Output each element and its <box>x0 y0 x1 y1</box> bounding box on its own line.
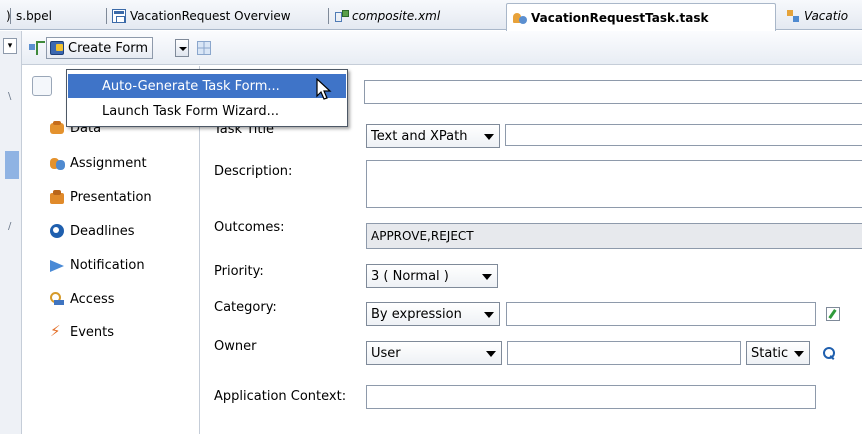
tab-label: s.bpel <box>16 9 53 23</box>
create-form-dropdown[interactable] <box>175 37 189 59</box>
owner-label: Owner <box>214 339 257 354</box>
task-title-mode-select[interactable]: Text and XPath <box>366 124 500 148</box>
sidebar-item-assignment[interactable]: Assignment <box>50 153 147 173</box>
tab-label: VacationRequestTask.task <box>531 10 709 25</box>
bpel-icon <box>786 9 800 23</box>
task-name-field[interactable] <box>364 80 862 104</box>
tab-bpel[interactable]: s.bpel <box>10 4 106 28</box>
application-context-label: Application Context: <box>214 389 347 404</box>
outcomes-field[interactable]: APPROVE,REJECT <box>366 223 862 249</box>
menu-item-label: Launch Task Form Wizard... <box>102 103 280 119</box>
gutter-mark: \ <box>8 91 12 102</box>
sidebar-item-label: Assignment <box>70 155 147 171</box>
outcomes-label: Outcomes: <box>214 220 285 235</box>
create-form-label: Create Form <box>68 40 149 56</box>
create-form-menu: Auto-Generate Task Form... Launch Task F… <box>66 69 348 127</box>
description-label: Description: <box>214 164 293 179</box>
priority-label: Priority: <box>214 264 264 279</box>
edit-expression-icon[interactable] <box>826 307 840 321</box>
sidebar-item-presentation[interactable]: Presentation <box>50 187 152 207</box>
sidebar-item-label: Deadlines <box>70 223 135 239</box>
tab-vacationrequesttask[interactable]: VacationRequestTask.task <box>506 3 776 31</box>
grid-button[interactable] <box>194 37 214 59</box>
gutter-dropdown[interactable]: ▾ <box>3 38 17 54</box>
chevron-down-icon <box>484 312 494 318</box>
editor-tab-strip: ) s.bpel VacationRequest Overview compos… <box>0 0 862 31</box>
chevron-down-icon <box>484 134 494 140</box>
access-icon <box>50 292 64 306</box>
chevron-down-icon <box>175 39 189 57</box>
create-form-button[interactable]: Create Form <box>46 37 154 59</box>
tab-composite-xml[interactable]: composite.xml <box>328 4 506 28</box>
deadlines-icon <box>50 224 64 238</box>
search-icon[interactable] <box>822 346 836 360</box>
category-mode-select[interactable]: By expression <box>366 302 500 326</box>
composite-icon <box>334 9 349 23</box>
category-label: Category: <box>214 300 277 315</box>
gutter-mark: / <box>8 221 12 232</box>
notification-icon <box>50 258 64 272</box>
sidebar-item-notification[interactable]: Notification <box>50 255 145 275</box>
tab-label: Vacatio <box>804 9 849 23</box>
sidebar-item-deadlines[interactable]: Deadlines <box>50 221 134 241</box>
events-icon <box>50 322 64 340</box>
owner-input[interactable] <box>507 341 741 365</box>
outcomes-value: APPROVE,REJECT <box>371 229 474 243</box>
task-title-mode-value: Text and XPath <box>371 128 468 144</box>
menu-item-label: Auto-Generate Task Form... <box>102 78 280 94</box>
tab-separator <box>328 8 329 24</box>
description-textarea[interactable] <box>366 160 862 208</box>
tab-label: composite.xml <box>352 9 441 23</box>
category-mode-value: By expression <box>371 306 462 322</box>
owner-binding-select[interactable]: Static <box>746 341 810 365</box>
sidebar-item-events[interactable]: Events <box>50 322 114 342</box>
task-icon <box>513 11 527 25</box>
chevron-down-icon <box>482 274 492 280</box>
tab-vacation-bpel[interactable]: Vacatio <box>780 4 862 28</box>
sidebar-item-label: Presentation <box>70 189 152 205</box>
category-input[interactable] <box>506 302 816 326</box>
task-title-input[interactable] <box>505 124 862 146</box>
sidebar-item-label: Access <box>70 291 115 307</box>
overview-icon <box>112 9 126 23</box>
priority-value: 3 ( Normal ) <box>371 268 449 284</box>
priority-select[interactable]: 3 ( Normal ) <box>366 264 498 288</box>
sidebar-item-label: Notification <box>70 257 145 273</box>
data-icon <box>50 121 64 135</box>
left-gutter: ▾ \ / <box>0 31 22 434</box>
merge-button[interactable] <box>26 37 46 59</box>
sidebar-item-label: Events <box>70 324 115 340</box>
merge-icon <box>29 41 45 55</box>
tab-vacationrequest-overview[interactable]: VacationRequest Overview <box>106 4 328 28</box>
menu-item-launch-task-form-wizard[interactable]: Launch Task Form Wizard... <box>68 99 346 123</box>
menu-item-auto-generate-task-form[interactable]: Auto-Generate Task Form... <box>68 74 346 98</box>
application-context-input[interactable] <box>366 385 816 409</box>
form-icon <box>50 41 64 55</box>
task-header-icon[interactable] <box>32 76 52 96</box>
tab-separator <box>10 8 11 24</box>
chevron-down-icon <box>794 351 804 357</box>
sidebar-item-access[interactable]: Access <box>50 289 115 309</box>
owner-binding-value: Static <box>751 345 789 361</box>
owner-type-select[interactable]: User <box>366 341 502 365</box>
chevron-down-icon <box>486 351 496 357</box>
tab-separator <box>106 8 107 24</box>
presentation-icon <box>50 190 64 204</box>
owner-type-value: User <box>371 345 401 361</box>
assignment-icon <box>50 156 65 170</box>
gutter-selection-marker <box>5 151 19 179</box>
tab-label: VacationRequest Overview <box>130 9 291 23</box>
task-editor-toolbar: Create Form <box>22 31 862 65</box>
grid-icon <box>197 41 211 55</box>
